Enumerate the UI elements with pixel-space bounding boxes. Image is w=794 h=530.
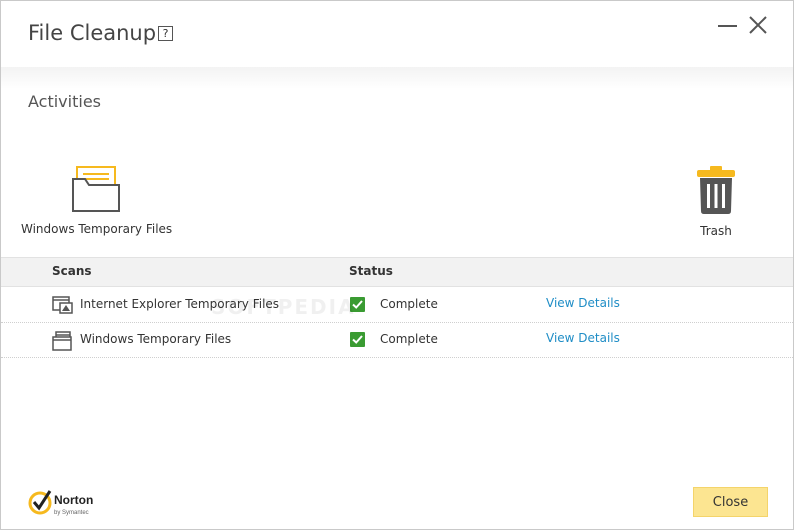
check-icon <box>350 332 365 347</box>
scan-name: Windows Temporary Files <box>80 332 232 346</box>
window-files-icon <box>52 331 74 355</box>
activity-label: Windows Temporary Files <box>21 222 173 236</box>
norton-logo: Norton by Symantec <box>28 487 108 523</box>
trash-icon <box>697 166 735 214</box>
scan-status: Complete <box>380 332 438 346</box>
scan-status: Complete <box>380 297 438 311</box>
file-cleanup-window: File Cleanup ? Activities Windows Tempor… <box>0 0 794 530</box>
brand-sub: by Symantec <box>54 510 89 516</box>
window-title: File Cleanup <box>28 21 157 45</box>
activity-windows-temp-files[interactable]: Windows Temporary Files <box>21 165 173 236</box>
help-icon[interactable]: ? <box>158 26 173 41</box>
browser-files-icon <box>52 296 74 318</box>
title-bar: File Cleanup ? <box>1 1 793 67</box>
column-header-status: Status <box>349 264 393 278</box>
view-details-link[interactable]: View Details <box>546 331 620 345</box>
minimize-button[interactable] <box>715 13 741 39</box>
minimize-icon <box>718 25 737 27</box>
activity-label: Trash <box>700 224 732 238</box>
activity-trash[interactable]: Trash <box>681 165 751 238</box>
close-window-button[interactable] <box>746 13 772 39</box>
table-row: Windows Temporary Files Complete View De… <box>1 323 793 358</box>
scans-table-header: Scans Status <box>1 257 793 287</box>
column-header-scans: Scans <box>52 264 92 278</box>
activities-heading: Activities <box>28 92 101 111</box>
table-row: Internet Explorer Temporary Files Comple… <box>1 288 793 323</box>
watermark: SOFTPEDIA <box>211 295 356 319</box>
folder-icon <box>72 166 120 212</box>
view-details-link[interactable]: View Details <box>546 296 620 310</box>
close-button[interactable]: Close <box>693 487 768 517</box>
brand-name: Norton <box>54 493 93 507</box>
close-icon <box>749 16 767 34</box>
